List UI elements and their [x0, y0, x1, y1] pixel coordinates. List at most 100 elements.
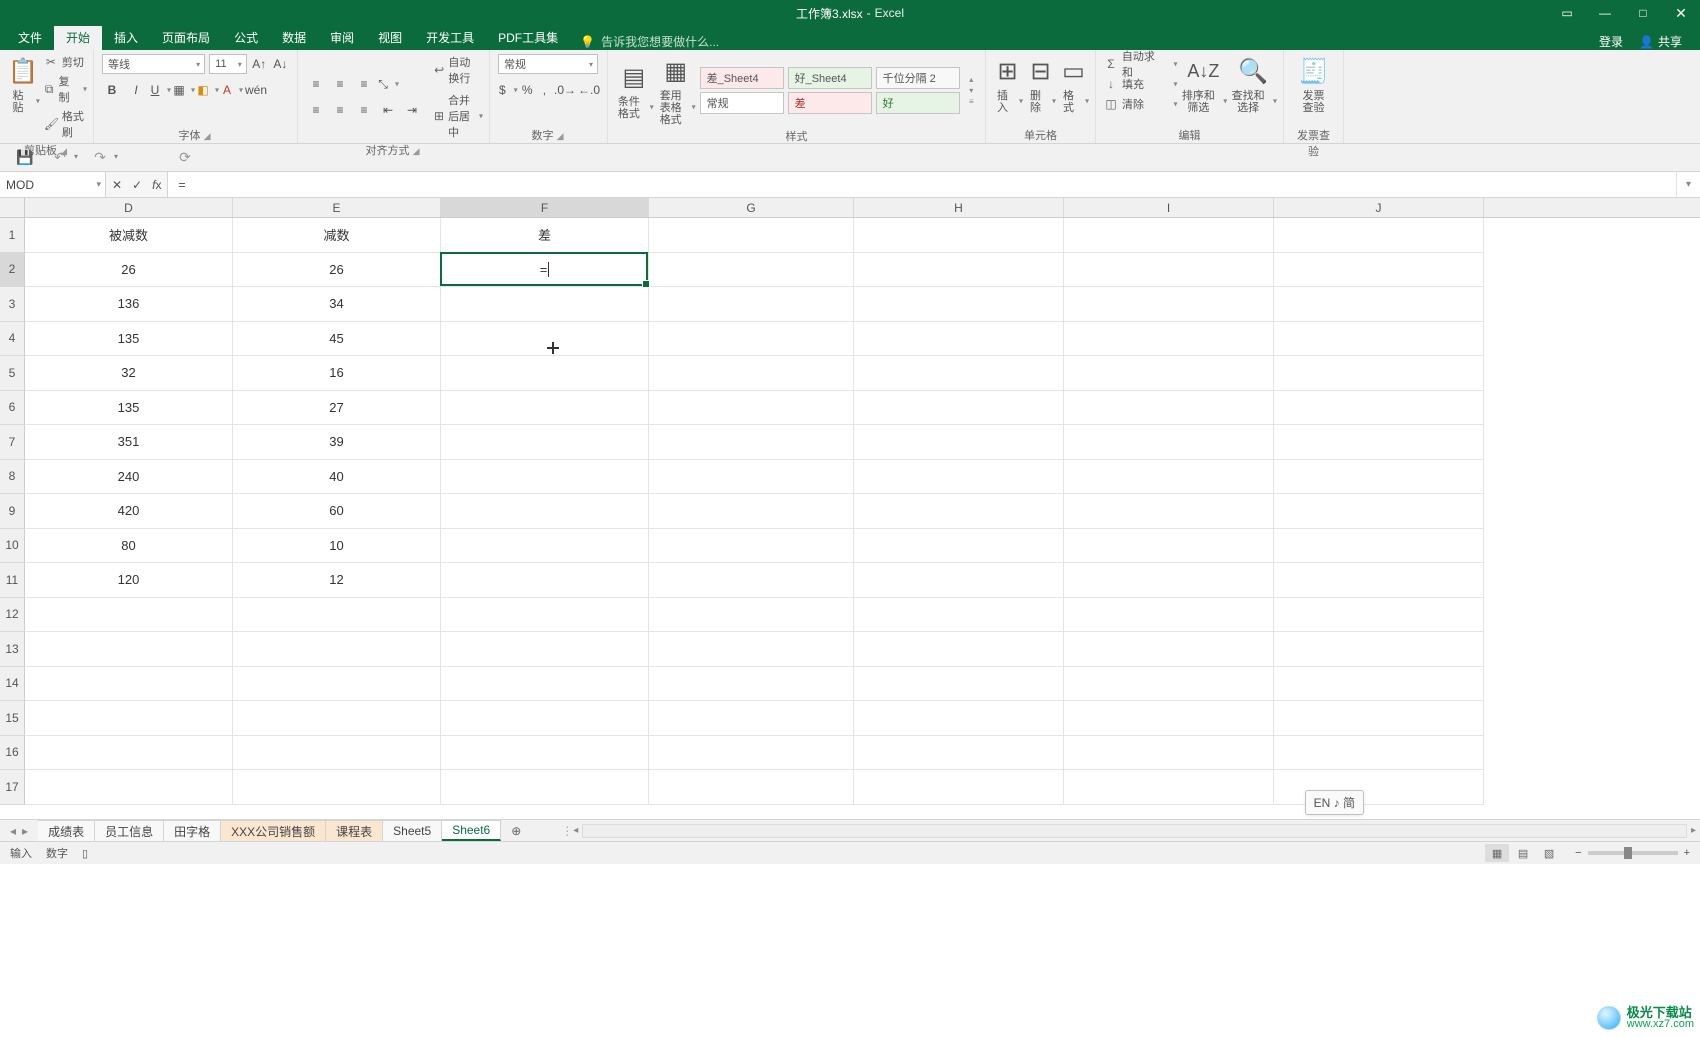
page-break-view-icon[interactable]: ▧ — [1537, 844, 1561, 862]
increase-font-icon[interactable]: A↑ — [251, 54, 268, 74]
cell-J14[interactable] — [1274, 667, 1484, 702]
decrease-indent-icon[interactable]: ⇤ — [378, 100, 398, 120]
cell-style-4[interactable]: 常规 — [700, 92, 784, 114]
italic-button[interactable]: I — [126, 80, 146, 100]
cell-G3[interactable] — [649, 287, 854, 322]
tab-审阅[interactable]: 审阅 — [318, 26, 366, 50]
cell-H6[interactable] — [854, 391, 1064, 426]
cell-J3[interactable] — [1274, 287, 1484, 322]
share-button[interactable]: 👤 共享 — [1639, 33, 1682, 50]
paste-button[interactable]: 📋 粘贴 — [8, 54, 38, 140]
normal-view-icon[interactable]: ▦ — [1485, 844, 1509, 862]
cell-G7[interactable] — [649, 425, 854, 460]
row-header-8[interactable]: 8 — [0, 460, 25, 495]
sign-in[interactable]: 登录 — [1599, 33, 1623, 50]
zoom-slider[interactable]: − + — [1575, 847, 1690, 859]
merge-center-button[interactable]: ⊞合并后居中 — [434, 92, 481, 140]
cell-D17[interactable] — [25, 770, 233, 805]
cell-I15[interactable] — [1064, 701, 1274, 736]
cell-F12[interactable] — [441, 598, 649, 633]
expand-formula-bar-icon[interactable]: ▾ — [1676, 172, 1700, 197]
minimize-button[interactable]: — — [1586, 0, 1624, 26]
row-header-9[interactable]: 9 — [0, 494, 25, 529]
cell-I6[interactable] — [1064, 391, 1274, 426]
cell-F3[interactable] — [441, 287, 649, 322]
tab-PDF工具集[interactable]: PDF工具集 — [486, 26, 570, 50]
sheet-tab-Sheet5[interactable]: Sheet5 — [383, 820, 442, 841]
cell-style-3[interactable]: 千位分隔 2 — [876, 67, 960, 89]
cell-D7[interactable]: 351 — [25, 425, 233, 460]
cell-I14[interactable] — [1064, 667, 1274, 702]
cell-G6[interactable] — [649, 391, 854, 426]
cell-H2[interactable] — [854, 253, 1064, 288]
font-color-button[interactable]: A — [222, 80, 242, 100]
cell-I17[interactable] — [1064, 770, 1274, 805]
cell-G14[interactable] — [649, 667, 854, 702]
cell-H8[interactable] — [854, 460, 1064, 495]
orientation-icon[interactable]: ⤡ — [378, 74, 398, 94]
zoom-out-icon[interactable]: − — [1575, 847, 1581, 859]
cell-G2[interactable] — [649, 253, 854, 288]
align-bottom-icon[interactable]: ≡ — [354, 74, 374, 94]
scroll-left-icon[interactable]: ◂ — [573, 825, 578, 836]
cell-H12[interactable] — [854, 598, 1064, 633]
cell-D9[interactable]: 420 — [25, 494, 233, 529]
fill-color-button[interactable]: ◧ — [198, 80, 218, 100]
touch-mode-icon[interactable]: ⟳ — [174, 149, 196, 166]
cell-G1[interactable] — [649, 218, 854, 253]
redo-icon[interactable]: ↷ — [94, 149, 116, 166]
cell-J13[interactable] — [1274, 632, 1484, 667]
cell-H1[interactable] — [854, 218, 1064, 253]
cell-J7[interactable] — [1274, 425, 1484, 460]
cut-button[interactable]: ✂剪切 — [44, 54, 85, 70]
cell-I1[interactable] — [1064, 218, 1274, 253]
cell-H10[interactable] — [854, 529, 1064, 564]
align-left-icon[interactable]: ≡ — [306, 100, 326, 120]
cell-E1[interactable]: 减数 — [233, 218, 441, 253]
row-header-12[interactable]: 12 — [0, 598, 25, 633]
cell-D10[interactable]: 80 — [25, 529, 233, 564]
scroll-right-icon[interactable]: ▸ — [1691, 825, 1696, 836]
col-header-J[interactable]: J — [1274, 198, 1484, 217]
borders-button[interactable]: ▦ — [174, 80, 194, 100]
tab-公式[interactable]: 公式 — [222, 26, 270, 50]
cell-G16[interactable] — [649, 736, 854, 771]
cell-I8[interactable] — [1064, 460, 1274, 495]
sheet-tab-课程表[interactable]: 课程表 — [326, 820, 383, 841]
sort-filter-button[interactable]: A↓Z排序和筛选 — [1182, 54, 1226, 114]
cell-G13[interactable] — [649, 632, 854, 667]
cell-H13[interactable] — [854, 632, 1064, 667]
sheet-nav-first-icon[interactable]: ◂ — [10, 824, 16, 838]
cell-D11[interactable]: 120 — [25, 563, 233, 598]
cell-H11[interactable] — [854, 563, 1064, 598]
tab-页面布局[interactable]: 页面布局 — [150, 26, 222, 50]
row-header-3[interactable]: 3 — [0, 287, 25, 322]
cell-G4[interactable] — [649, 322, 854, 357]
sheet-tabs[interactable]: 成绩表员工信息田字格XXX公司销售额课程表Sheet5Sheet6 — [38, 820, 501, 841]
cell-H17[interactable] — [854, 770, 1064, 805]
font-size-combo[interactable]: 11 — [209, 54, 247, 74]
maximize-button[interactable]: □ — [1624, 0, 1662, 26]
cell-E17[interactable] — [233, 770, 441, 805]
cell-F6[interactable] — [441, 391, 649, 426]
cell-D16[interactable] — [25, 736, 233, 771]
sheet-tab-Sheet6[interactable]: Sheet6 — [442, 820, 501, 841]
cell-F15[interactable] — [441, 701, 649, 736]
col-header-I[interactable]: I — [1064, 198, 1274, 217]
col-header-D[interactable]: D — [25, 198, 233, 217]
ribbon-display-options-icon[interactable]: ▭ — [1548, 0, 1586, 26]
cell-D14[interactable] — [25, 667, 233, 702]
sheet-nav-last-icon[interactable]: ▸ — [22, 824, 28, 838]
cell-H9[interactable] — [854, 494, 1064, 529]
cell-E15[interactable] — [233, 701, 441, 736]
close-button[interactable]: ✕ — [1662, 0, 1700, 26]
cell-I9[interactable] — [1064, 494, 1274, 529]
select-all-corner[interactable] — [0, 198, 25, 218]
horizontal-scrollbar[interactable]: ⋮ ◂ ▸ — [531, 820, 1700, 841]
cell-I4[interactable] — [1064, 322, 1274, 357]
row-header-14[interactable]: 14 — [0, 667, 25, 702]
cell-J8[interactable] — [1274, 460, 1484, 495]
row-header-10[interactable]: 10 — [0, 529, 25, 564]
cell-E6[interactable]: 27 — [233, 391, 441, 426]
sheet-tab-XXX公司销售额[interactable]: XXX公司销售额 — [221, 820, 326, 841]
